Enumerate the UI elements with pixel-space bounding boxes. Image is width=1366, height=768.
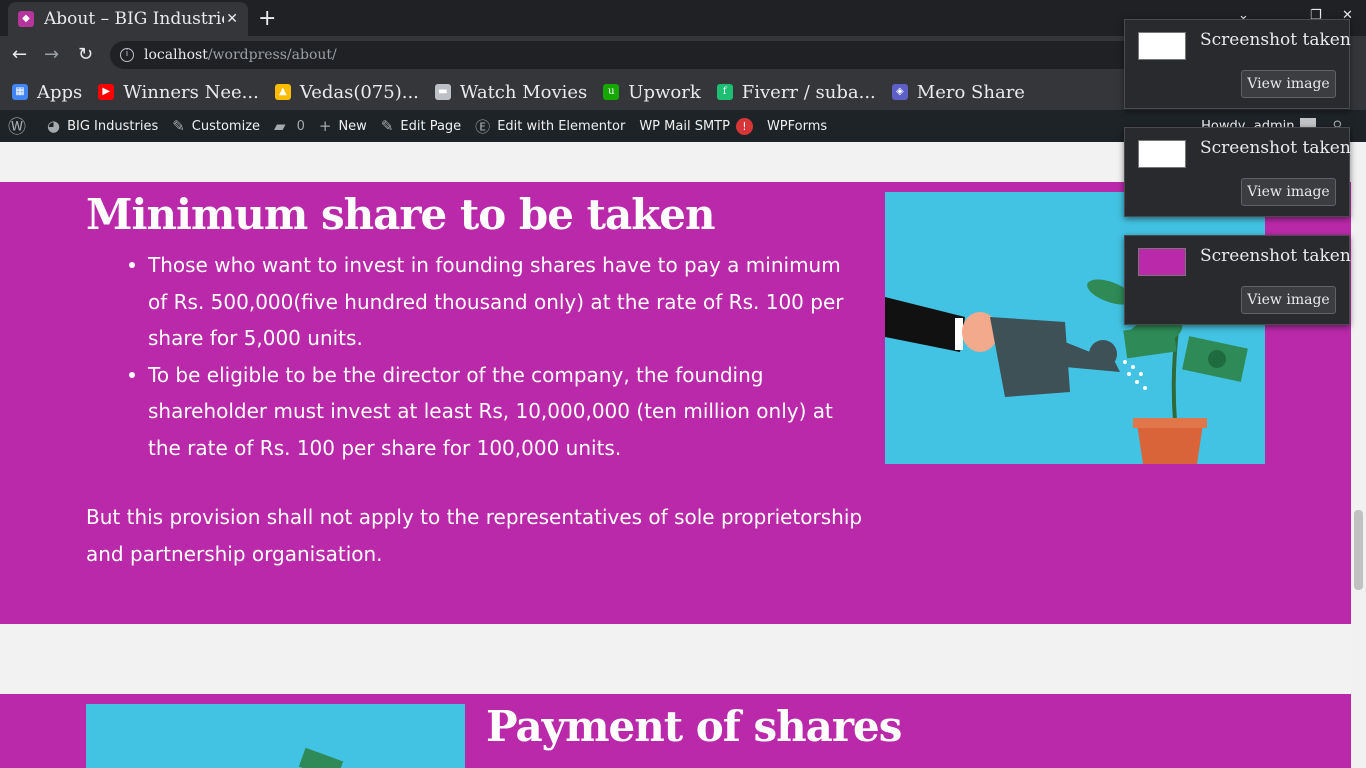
google-drive-icon: ▲: [274, 84, 291, 100]
bookmark-label: Mero Share: [916, 81, 1025, 103]
page-scrollbar[interactable]: [1351, 142, 1366, 768]
dashboard-icon: ◕: [47, 117, 61, 135]
folder-icon: ▬: [434, 84, 451, 100]
list-item: Those who want to invest in founding sha…: [129, 247, 858, 357]
customize-link[interactable]: ✎ Customize: [172, 117, 260, 135]
bookmark-label: Watch Movies: [459, 81, 588, 103]
payment-illustration: [86, 704, 465, 768]
browser-tab[interactable]: ◆ About – BIG Industries ✕: [8, 2, 248, 36]
youtube-icon: ▶: [98, 84, 115, 100]
comments-link[interactable]: ▰ 0: [274, 117, 305, 135]
upwork-icon: u: [603, 84, 620, 100]
plus-icon: +: [318, 117, 332, 135]
brush-icon: ✎: [172, 117, 185, 135]
notification-title: Screenshot taken: [1200, 138, 1351, 158]
smtp-alert-badge: !: [735, 117, 753, 135]
screenshot-notification: Screenshot taken View image: [1124, 235, 1351, 325]
bookmark-label: Winners Nee...: [123, 81, 259, 103]
view-image-button[interactable]: View image: [1241, 70, 1336, 98]
section-heading-minimum-share: Minimum share to be taken: [86, 190, 716, 239]
address-bar[interactable]: i localhost/wordpress/about/: [110, 41, 1150, 69]
url-text: localhost/wordpress/about/: [144, 47, 337, 63]
bookmark-upwork[interactable]: u Upwork: [603, 81, 701, 103]
site-name-link[interactable]: ◕ BIG Industries: [47, 117, 158, 135]
notification-title: Screenshot taken: [1200, 246, 1351, 266]
wordpress-logo-icon[interactable]: Ⓦ: [8, 113, 33, 139]
elementor-icon: Ⓔ: [475, 117, 491, 136]
scrollbar-thumb[interactable]: [1354, 510, 1363, 590]
screenshot-notification: Screenshot taken View image: [1124, 127, 1351, 217]
screenshot-thumbnail: [1138, 248, 1186, 276]
bookmark-mero-share[interactable]: ◈ Mero Share: [891, 81, 1025, 103]
view-image-button[interactable]: View image: [1241, 286, 1336, 314]
back-arrow-icon[interactable]: ←: [12, 44, 27, 65]
bookmark-google-drive[interactable]: ▲ Vedas(075)...: [274, 81, 419, 103]
requirements-list: Those who want to invest in founding sha…: [129, 247, 858, 467]
wp-mail-smtp-link[interactable]: WP Mail SMTP!: [639, 117, 753, 135]
fiverr-icon: f: [716, 84, 733, 100]
list-item: To be eligible to be the director of the…: [129, 357, 858, 467]
notification-title: Screenshot taken: [1200, 30, 1351, 50]
pencil-icon: ✎: [380, 117, 394, 135]
bookmark-label: Fiverr / suba...: [741, 81, 876, 103]
watering-money-plant-illustration: [885, 192, 1265, 464]
screenshot-notification: Screenshot taken View image: [1124, 19, 1351, 109]
section-heading-payment: Payment of shares: [486, 702, 902, 751]
wpforms-link[interactable]: WPForms: [767, 119, 827, 134]
bookmark-fiverr[interactable]: f Fiverr / suba...: [716, 81, 876, 103]
new-content-link[interactable]: + New: [319, 117, 367, 135]
site-info-icon[interactable]: i: [120, 48, 134, 62]
edit-with-elementor-link[interactable]: Ⓔ Edit with Elementor: [475, 116, 625, 137]
bookmark-folder[interactable]: ▬ Watch Movies: [434, 81, 588, 103]
bookmark-label: Apps: [37, 81, 83, 103]
mero-share-icon: ◈: [891, 84, 908, 100]
tab-title: About – BIG Industries: [44, 9, 224, 29]
reload-icon[interactable]: ↻: [78, 44, 93, 65]
forward-arrow-icon[interactable]: →: [44, 44, 59, 65]
comment-icon: ▰: [274, 117, 286, 135]
screenshot-thumbnail: [1138, 32, 1186, 60]
site-favicon-icon: ◆: [18, 11, 34, 27]
bookmark-label: Upwork: [628, 81, 701, 103]
provision-paragraph: But this provision shall not apply to th…: [86, 505, 863, 566]
close-tab-icon[interactable]: ✕: [226, 11, 238, 27]
view-image-button[interactable]: View image: [1241, 178, 1336, 206]
apps-grid-icon: ▦: [12, 84, 28, 100]
screenshot-thumbnail: [1138, 140, 1186, 168]
bookmark-apps-grid[interactable]: ▦ Apps: [12, 82, 82, 103]
bookmark-youtube[interactable]: ▶ Winners Nee...: [98, 82, 259, 103]
new-tab-button[interactable]: +: [258, 6, 276, 31]
bookmark-label: Vedas(075)...: [299, 81, 419, 103]
edit-page-link[interactable]: ✎ Edit Page: [381, 117, 461, 135]
